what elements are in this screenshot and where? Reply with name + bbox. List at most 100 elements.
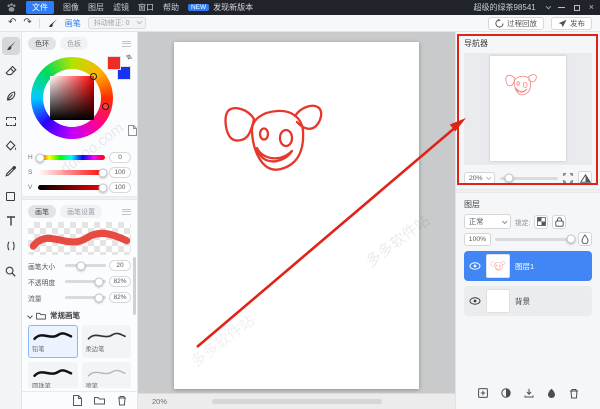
color-wheel[interactable] xyxy=(28,53,131,148)
navigator-zoom-slider[interactable] xyxy=(500,177,558,180)
saturation-slider-knob[interactable] xyxy=(98,168,107,177)
chevron-down-icon[interactable] xyxy=(545,3,551,9)
menu-window[interactable]: 窗口 xyxy=(138,2,154,13)
publish-button[interactable]: 发布 xyxy=(551,17,592,30)
eraser-tool[interactable] xyxy=(2,62,20,80)
brush-item-airbrush[interactable]: 喷笔 xyxy=(82,362,132,388)
saturation-value[interactable]: 100 xyxy=(109,167,131,178)
opacity-value[interactable]: 82% xyxy=(109,276,131,287)
process-replay-label: 过程回放 xyxy=(507,18,537,29)
marquee-tool[interactable] xyxy=(2,112,20,130)
text-tool[interactable] xyxy=(2,212,20,230)
navigator-zoom-knob[interactable] xyxy=(504,174,513,183)
sv-marker[interactable] xyxy=(90,73,97,80)
eyedropper-tool[interactable] xyxy=(2,162,20,180)
menu-file[interactable]: 文件 xyxy=(26,1,54,14)
drawing-canvas[interactable] xyxy=(174,42,419,389)
right-panel: 导航器 20% 图层 xyxy=(455,32,600,409)
layer-name: 背景 xyxy=(515,296,530,307)
menu-filter[interactable]: 滤镜 xyxy=(113,2,129,13)
lock-layer-button[interactable] xyxy=(552,215,566,229)
opacity-knob[interactable] xyxy=(94,277,103,286)
redo-button[interactable]: ↷ xyxy=(23,18,31,28)
brush-size-knob[interactable] xyxy=(76,261,85,270)
hue-slider[interactable] xyxy=(38,155,105,160)
new-group-folder-icon[interactable] xyxy=(94,396,105,405)
layer-thumbnail xyxy=(487,255,509,277)
mirror-preview-button[interactable] xyxy=(578,171,592,185)
canvas-area: 20% 0° xyxy=(138,32,455,409)
menu-help[interactable]: 帮助 xyxy=(163,2,179,13)
layer-visibility-eye-icon[interactable] xyxy=(469,297,481,305)
stabilizer-dropdown[interactable]: 抖动修正: 0 xyxy=(88,17,146,29)
brush-item-soft[interactable]: 柔边笔 xyxy=(82,325,132,358)
navigator-zoom-box[interactable]: 20% xyxy=(464,172,495,184)
brush-size-value[interactable]: 20 xyxy=(109,260,131,271)
swap-colors-icon[interactable] xyxy=(125,53,133,61)
hue-marker[interactable] xyxy=(102,103,109,110)
layer-opacity-slider[interactable] xyxy=(495,238,574,241)
tab-brush[interactable]: 画笔 xyxy=(28,205,56,218)
value-slider[interactable] xyxy=(38,185,105,190)
value-slider-knob[interactable] xyxy=(98,183,107,192)
layer-visibility-eye-icon[interactable] xyxy=(469,262,481,270)
canvas-zoom-level[interactable]: 20% xyxy=(152,397,167,406)
adjustment-layer-icon[interactable] xyxy=(501,388,511,398)
undo-button[interactable]: ↶ xyxy=(8,18,16,28)
left-panel-scrollbar[interactable] xyxy=(133,257,136,315)
menu-layer[interactable]: 图层 xyxy=(88,2,104,13)
fill-tool[interactable] xyxy=(2,137,20,155)
new-version-link[interactable]: 发现新版本 xyxy=(213,2,253,13)
lock-transparency-button[interactable] xyxy=(534,215,548,229)
minimize-button[interactable] xyxy=(558,7,565,8)
flow-knob[interactable] xyxy=(94,293,103,302)
value-value[interactable]: 100 xyxy=(109,182,131,193)
menu-image[interactable]: 图像 xyxy=(63,2,79,13)
opacity-slider[interactable] xyxy=(65,280,106,283)
flow-slider[interactable] xyxy=(65,296,106,299)
delete-brush-icon[interactable] xyxy=(117,395,127,406)
hue-value[interactable]: 0 xyxy=(109,152,131,163)
brush-item-pencil[interactable]: 铅笔 xyxy=(28,325,78,358)
tab-swatches[interactable]: 色板 xyxy=(60,37,88,50)
new-badge: NEW xyxy=(188,4,209,11)
foreground-color-swatch[interactable] xyxy=(107,56,121,70)
merge-down-icon[interactable] xyxy=(524,388,534,398)
shape-tool[interactable] xyxy=(2,187,20,205)
delete-layer-icon[interactable] xyxy=(569,388,579,399)
layer-fill-button[interactable] xyxy=(578,232,592,246)
tab-brush-settings[interactable]: 画笔设置 xyxy=(60,205,102,218)
zoom-tool[interactable] xyxy=(2,262,20,280)
layer-row-background[interactable]: 背景 xyxy=(464,286,592,316)
color-panel-menu-icon[interactable] xyxy=(122,41,131,47)
brush-item-ballpoint[interactable]: 圆珠笔 xyxy=(28,362,78,388)
blend-mode-select[interactable]: 正常 xyxy=(464,214,511,229)
tab-color-wheel[interactable]: 色环 xyxy=(28,37,56,50)
layer-opacity-knob[interactable] xyxy=(566,235,575,244)
new-brush-icon[interactable] xyxy=(73,395,82,406)
layer-mask-icon[interactable] xyxy=(547,388,556,398)
add-layer-icon[interactable] xyxy=(478,388,488,398)
saturation-value-square[interactable] xyxy=(50,76,94,120)
process-replay-button[interactable]: 过程回放 xyxy=(488,17,544,30)
brush-group-header[interactable]: 常规画笔 xyxy=(28,310,131,321)
liquify-tool[interactable] xyxy=(2,237,20,255)
close-button[interactable]: × xyxy=(589,3,594,12)
saturation-slider[interactable] xyxy=(38,170,105,175)
fit-screen-button[interactable] xyxy=(563,173,573,183)
flow-value[interactable]: 82% xyxy=(109,292,131,303)
navigator-preview[interactable] xyxy=(464,53,592,165)
layer-opacity-box[interactable]: 100% xyxy=(464,233,491,246)
smudge-icon xyxy=(5,90,17,102)
username[interactable]: 超级的绿茶98541 xyxy=(473,2,535,13)
brush-size-slider[interactable] xyxy=(65,264,106,267)
copy-color-icon[interactable] xyxy=(128,125,137,136)
lock-label: 锁定: xyxy=(515,217,530,227)
maximize-button[interactable] xyxy=(574,5,580,11)
horizontal-scrollbar[interactable] xyxy=(212,399,382,404)
layer-row-1[interactable]: 图层1 xyxy=(464,251,592,281)
brush-panel-menu-icon[interactable] xyxy=(122,209,131,215)
hue-slider-knob[interactable] xyxy=(36,153,45,162)
brush-tool[interactable] xyxy=(2,37,20,55)
smudge-tool[interactable] xyxy=(2,87,20,105)
